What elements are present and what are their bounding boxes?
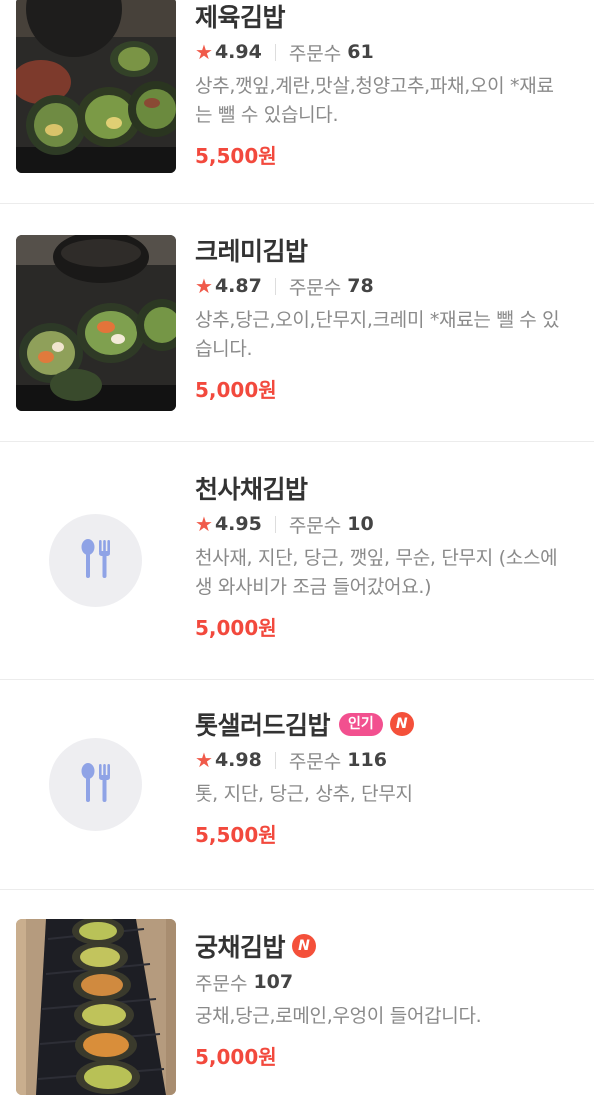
rating-value: 4.94 <box>214 41 262 63</box>
orders-count: 116 <box>347 749 387 771</box>
orders-count: 61 <box>347 41 374 63</box>
menu-item-price: 5,000원 <box>195 378 277 402</box>
menu-item-stats: 주문수 107 <box>195 968 570 996</box>
rating-value: 4.98 <box>214 749 262 771</box>
menu-item-photo <box>16 919 176 1095</box>
fork-spoon-icon <box>81 539 110 578</box>
menu-item-stats: ★ 4.87 주문수 78 <box>195 272 570 300</box>
menu-item-jeyuk[interactable]: 제육김밥 ★ 4.94 주문수 61 상추,깻잎,계란,맛살,청양고추,파채,오… <box>0 0 594 204</box>
star-icon: ★ <box>195 748 213 772</box>
menu-item-price: 5,000원 <box>195 1045 277 1069</box>
star-icon: ★ <box>195 512 213 536</box>
menu-item-description: 상추,깻잎,계란,맛살,청양고추,파채,오이 *재료는 뺄 수 있습니다. <box>195 75 554 126</box>
menu-item-photo-placeholder <box>49 738 142 831</box>
menu-item-name: 궁채김밥 <box>195 933 286 962</box>
menu-item-name: 천사채김밥 <box>195 475 308 504</box>
menu-item-tot-salad[interactable]: 톳샐러드김밥 인기 N ★ 4.98 주문수 116 톳, 지단, 당근, 상추… <box>0 680 594 890</box>
menu-item-kremi[interactable]: 크레미김밥 ★ 4.87 주문수 78 상추,당근,오이,단무지,크레미 *재료… <box>0 204 594 442</box>
divider <box>274 43 276 61</box>
menu-item-name: 톳샐러드김밥 <box>195 711 331 740</box>
menu-item-price: 5,500원 <box>195 823 277 847</box>
menu-item-stats: ★ 4.95 주문수 10 <box>195 510 570 538</box>
menu-item-photo <box>16 235 176 411</box>
menu-item-description: 톳, 지단, 당근, 상추, 단무지 <box>195 783 413 805</box>
orders-count: 10 <box>347 513 374 535</box>
new-badge-icon: N <box>292 934 317 958</box>
rating-value: 4.95 <box>214 513 262 535</box>
menu-item-gungchae[interactable]: 궁채김밥 N 주문수 107 궁채,당근,로메인,우엉이 들어갑니다. 5,00… <box>0 890 594 1095</box>
star-icon: ★ <box>195 274 213 298</box>
popular-badge: 인기 <box>339 712 383 736</box>
menu-item-description: 천사재, 지단, 당근, 깻잎, 무순, 단무지 (소스에 생 와사비가 조금 … <box>195 547 558 598</box>
fork-spoon-icon <box>81 763 110 802</box>
orders-label: 주문수 <box>288 276 342 299</box>
menu-item-stats: ★ 4.94 주문수 61 <box>195 38 570 66</box>
orders-label: 주문수 <box>195 972 248 995</box>
menu-item-name: 제육김밥 <box>195 3 286 32</box>
divider <box>274 751 276 769</box>
orders-label: 주문수 <box>288 42 342 65</box>
menu-item-price: 5,500원 <box>195 144 277 168</box>
orders-count: 78 <box>347 275 374 297</box>
menu-item-cheonsachae[interactable]: 천사채김밥 ★ 4.95 주문수 10 천사재, 지단, 당근, 깻잎, 무순,… <box>0 442 594 680</box>
menu-item-photo-placeholder <box>49 514 142 607</box>
menu-item-name: 크레미김밥 <box>195 237 308 266</box>
star-icon: ★ <box>195 40 213 64</box>
new-badge-icon: N <box>389 712 414 736</box>
menu-item-stats: ★ 4.98 주문수 116 <box>195 746 570 774</box>
divider <box>274 515 276 533</box>
orders-label: 주문수 <box>288 750 342 773</box>
divider <box>274 277 276 295</box>
menu-item-description: 궁채,당근,로메인,우엉이 들어갑니다. <box>195 1005 482 1027</box>
menu-item-price: 5,000원 <box>195 616 277 640</box>
menu-item-photo <box>16 0 176 173</box>
orders-count: 107 <box>253 971 294 993</box>
orders-label: 주문수 <box>288 514 342 537</box>
rating-value: 4.87 <box>214 275 262 297</box>
menu-item-description: 상추,당근,오이,단무지,크레미 *재료는 뺄 수 있습니다. <box>195 309 560 360</box>
